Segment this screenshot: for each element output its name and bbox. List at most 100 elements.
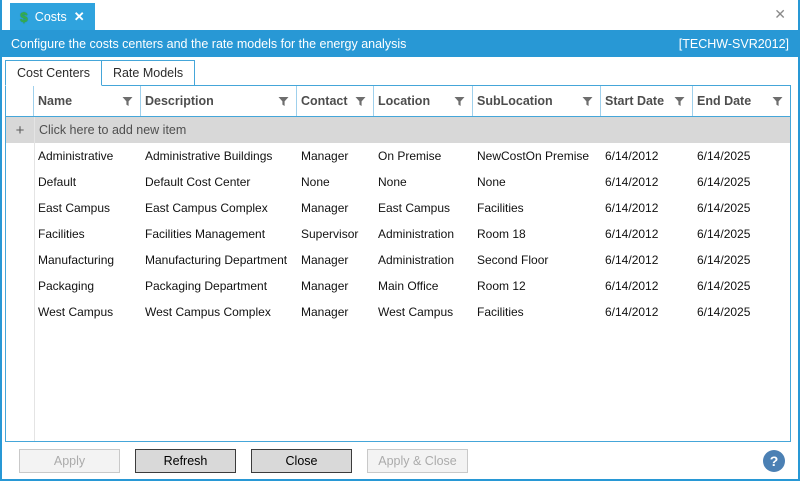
header-bar: Configure the costs centers and the rate… [2, 30, 798, 57]
column-header-start-date[interactable]: Start Date [601, 86, 693, 116]
table-cell: 6/14/2025 [693, 305, 790, 319]
add-new-item-row[interactable]: + Click here to add new item [6, 117, 790, 143]
table-cell: Manager [297, 305, 374, 319]
tab-rate-models[interactable]: Rate Models [102, 60, 195, 86]
column-header-label: Description [145, 94, 214, 108]
table-cell: West Campus [34, 305, 141, 319]
indicator-column-divider [34, 117, 35, 441]
column-header-contact[interactable]: Contact [297, 86, 374, 116]
table-cell: East Campus [374, 201, 473, 215]
grid-body: + Click here to add new item Administrat… [6, 117, 790, 441]
table-cell: 6/14/2025 [693, 253, 790, 267]
document-tab-strip: $ Costs ✕ ✕ [2, 0, 798, 30]
table-cell: Facilities [34, 227, 141, 241]
filter-icon[interactable] [772, 96, 783, 107]
tab-costs[interactable]: $ Costs ✕ [10, 3, 95, 30]
table-cell: Administration [374, 227, 473, 241]
filter-icon[interactable] [674, 96, 685, 107]
table-cell: NewCostOn Premise [473, 149, 601, 163]
server-name: [TECHW-SVR2012] [679, 37, 789, 51]
column-header-label: SubLocation [477, 94, 553, 108]
row-indicator-header [6, 86, 34, 116]
table-row[interactable]: FacilitiesFacilities ManagementSuperviso… [6, 221, 790, 247]
table-cell: 6/14/2012 [601, 305, 693, 319]
help-icon[interactable]: ? [763, 450, 785, 472]
window-close-icon[interactable]: ✕ [774, 7, 786, 21]
table-cell: West Campus [374, 305, 473, 319]
column-header-end-date[interactable]: End Date [693, 86, 790, 116]
table-cell: Supervisor [297, 227, 374, 241]
table-cell: Second Floor [473, 253, 601, 267]
filter-icon[interactable] [582, 96, 593, 107]
table-cell: Default Cost Center [141, 175, 297, 189]
table-cell: Room 12 [473, 279, 601, 293]
table-row[interactable]: West CampusWest Campus ComplexManagerWes… [6, 299, 790, 325]
table-cell: Room 18 [473, 227, 601, 241]
table-cell: Manager [297, 201, 374, 215]
table-cell: 6/14/2012 [601, 253, 693, 267]
table-cell: Administrative Buildings [141, 149, 297, 163]
plus-icon: + [6, 122, 34, 139]
table-cell: None [297, 175, 374, 189]
tab-close-icon[interactable]: ✕ [74, 10, 85, 23]
table-cell: 6/14/2025 [693, 149, 790, 163]
column-header-location[interactable]: Location [374, 86, 473, 116]
table-cell: Manager [297, 279, 374, 293]
table-row[interactable]: DefaultDefault Cost CenterNoneNoneNone6/… [6, 169, 790, 195]
table-cell: 6/14/2012 [601, 149, 693, 163]
close-button[interactable]: Close [251, 449, 352, 473]
table-cell: Packaging Department [141, 279, 297, 293]
filter-icon[interactable] [278, 96, 289, 107]
table-cell: 6/14/2012 [601, 227, 693, 241]
table-row[interactable]: ManufacturingManufacturing DepartmentMan… [6, 247, 790, 273]
add-new-item-label: Click here to add new item [34, 123, 790, 137]
column-header-sublocation[interactable]: SubLocation [473, 86, 601, 116]
footer-bar: Apply Refresh Close Apply & Close? [2, 442, 798, 479]
table-cell: Facilities [473, 305, 601, 319]
table-cell: Facilities [473, 201, 601, 215]
table-cell: On Premise [374, 149, 473, 163]
column-header-label: End Date [697, 94, 751, 108]
tab-costs-label: Costs [35, 10, 67, 24]
table-cell: Administrative [34, 149, 141, 163]
column-header-label: Contact [301, 94, 348, 108]
filter-icon[interactable] [454, 96, 465, 107]
column-header-description[interactable]: Description [141, 86, 297, 116]
table-cell: None [473, 175, 601, 189]
table-cell: 6/14/2025 [693, 175, 790, 189]
header-description: Configure the costs centers and the rate… [11, 37, 406, 51]
table-cell: 6/14/2012 [601, 279, 693, 293]
table-cell: 6/14/2012 [601, 175, 693, 189]
table-cell: Main Office [374, 279, 473, 293]
dollar-icon: $ [20, 9, 28, 25]
table-cell: 6/14/2025 [693, 201, 790, 215]
table-cell: 6/14/2012 [601, 201, 693, 215]
filter-icon[interactable] [122, 96, 133, 107]
apply-button: Apply [19, 449, 120, 473]
table-cell: Administration [374, 253, 473, 267]
table-cell: Manager [297, 149, 374, 163]
column-header-label: Name [38, 94, 72, 108]
refresh-button[interactable]: Refresh [135, 449, 236, 473]
grid-header-row: Name Description Contact Location SubLocatio… [6, 86, 790, 116]
tab-cost-centers[interactable]: Cost Centers [5, 60, 102, 86]
table-cell: Manufacturing Department [141, 253, 297, 267]
table-cell: 6/14/2025 [693, 227, 790, 241]
table-cell: Manufacturing [34, 253, 141, 267]
table-row[interactable]: PackagingPackaging DepartmentManagerMain… [6, 273, 790, 299]
grid-rows: AdministrativeAdministrative BuildingsMa… [6, 143, 790, 325]
table-cell: Facilities Management [141, 227, 297, 241]
apply-close-button: Apply & Close [367, 449, 468, 473]
table-row[interactable]: AdministrativeAdministrative BuildingsMa… [6, 143, 790, 169]
column-header-name[interactable]: Name [34, 86, 141, 116]
costs-window: $ Costs ✕ ✕ Configure the costs centers … [0, 0, 800, 481]
table-cell: West Campus Complex [141, 305, 297, 319]
table-cell: Default [34, 175, 141, 189]
filter-icon[interactable] [355, 96, 366, 107]
column-header-label: Location [378, 94, 430, 108]
table-cell: East Campus [34, 201, 141, 215]
table-cell: East Campus Complex [141, 201, 297, 215]
table-row[interactable]: East CampusEast Campus ComplexManagerEas… [6, 195, 790, 221]
tab-control: Cost Centers Rate Models [5, 60, 195, 86]
grid-header: Name Description Contact Location SubLocatio… [6, 86, 790, 117]
